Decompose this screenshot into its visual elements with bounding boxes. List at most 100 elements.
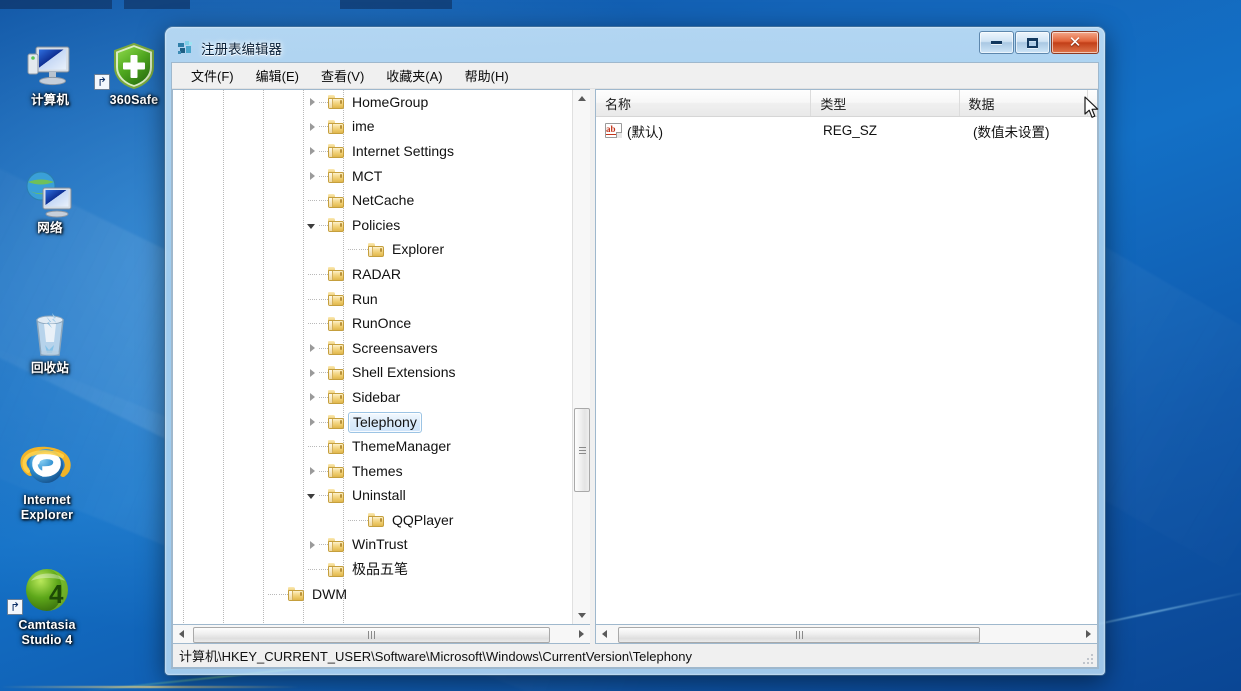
folder-icon bbox=[328, 488, 344, 503]
values-hscroll-thumb[interactable] bbox=[618, 627, 980, 643]
svg-text:4: 4 bbox=[49, 579, 64, 609]
collapse-arrow-icon[interactable] bbox=[303, 213, 319, 238]
tree-item-shell-extensions[interactable]: Shell Extensions bbox=[173, 361, 572, 386]
registry-editor-window: 注册表编辑器 ✕ 文件(F) 编辑(E) 查看(V) 收藏夹(A) 帮助(H) … bbox=[165, 27, 1105, 675]
screen-edge-mark bbox=[0, 0, 112, 9]
column-header-type[interactable]: 类型 bbox=[811, 90, 960, 116]
minimize-button[interactable] bbox=[979, 31, 1014, 54]
desktop-icon-recycle-bin[interactable]: 回收站 bbox=[8, 308, 92, 376]
tree-item-ime[interactable]: ime bbox=[173, 115, 572, 140]
expand-arrow-icon[interactable] bbox=[303, 533, 319, 558]
tree-item-label: NetCache bbox=[352, 192, 415, 209]
tree-horizontal-scrollbar[interactable] bbox=[172, 625, 590, 644]
window-titlebar[interactable]: 注册表编辑器 ✕ bbox=[171, 31, 1099, 63]
tree-item-label: Sidebar bbox=[352, 388, 401, 405]
registry-tree[interactable]: HomeGroup ime Internet Settings MCT NetCache… bbox=[173, 90, 572, 624]
tree-item-label: RADAR bbox=[352, 265, 402, 282]
folder-icon bbox=[328, 464, 344, 479]
value-data-cell: (数值未设置) bbox=[973, 124, 1050, 140]
tree-item-sidebar[interactable]: Sidebar bbox=[173, 385, 572, 410]
tree-item-wintrust[interactable]: WinTrust bbox=[173, 533, 572, 558]
desktop-icon-360safe[interactable]: 360Safe bbox=[92, 40, 176, 108]
menu-edit[interactable]: 编辑(E) bbox=[245, 63, 310, 88]
tree-item-label: 极品五笔 bbox=[352, 561, 408, 578]
tree-elbow bbox=[303, 262, 319, 287]
tree-item-mct[interactable]: MCT bbox=[173, 164, 572, 189]
computer-icon bbox=[8, 40, 92, 90]
tree-item-telephony[interactable]: Telephony bbox=[173, 410, 572, 435]
folder-icon bbox=[328, 537, 344, 552]
expand-arrow-icon[interactable] bbox=[303, 410, 319, 435]
tree-vertical-scrollbar[interactable] bbox=[572, 90, 590, 624]
expand-arrow-icon[interactable] bbox=[303, 459, 319, 484]
values-horizontal-scrollbar[interactable] bbox=[595, 625, 1098, 644]
desktop-icon-camtasia[interactable]: 4 Camtasia Studio 4 bbox=[5, 565, 89, 647]
tree-item-screensavers[interactable]: Screensavers bbox=[173, 336, 572, 361]
column-header-name[interactable]: 名称 bbox=[596, 90, 812, 116]
tree-item-qqplayer[interactable]: QQPlayer bbox=[173, 508, 572, 533]
column-header-data[interactable]: 数据 bbox=[960, 90, 1088, 116]
tree-item-themes[interactable]: Themes bbox=[173, 459, 572, 484]
tree-item-homegroup[interactable]: HomeGroup bbox=[173, 90, 572, 115]
grip-icon bbox=[578, 446, 586, 454]
tree-item-runonce[interactable]: RunOnce bbox=[173, 311, 572, 336]
tree-item-label: RunOnce bbox=[352, 315, 412, 332]
tree-item-netcache[interactable]: NetCache bbox=[173, 188, 572, 213]
tree-item-label: ime bbox=[352, 118, 375, 135]
folder-icon bbox=[328, 341, 344, 356]
expand-arrow-icon[interactable] bbox=[303, 336, 319, 361]
tree-connector bbox=[319, 569, 328, 571]
tree-item-label: Telephony bbox=[348, 411, 422, 433]
tree-hscroll-thumb[interactable] bbox=[193, 627, 550, 643]
scroll-right-button[interactable] bbox=[1080, 626, 1097, 643]
values-list[interactable]: ab (默认) REG_SZ (数值未设置) bbox=[596, 117, 1097, 624]
maximize-icon bbox=[1027, 37, 1038, 48]
folder-icon bbox=[328, 439, 344, 454]
scroll-up-button[interactable] bbox=[573, 90, 590, 107]
scroll-left-button[interactable] bbox=[596, 626, 613, 643]
tree-item-极品五笔[interactable]: 极品五笔 bbox=[173, 557, 572, 582]
desktop-icon-label: Camtasia Studio 4 bbox=[18, 618, 76, 647]
resize-grip-icon[interactable] bbox=[1083, 654, 1095, 666]
tree-item-radar[interactable]: RADAR bbox=[173, 262, 572, 287]
tree-item-run[interactable]: Run bbox=[173, 287, 572, 312]
tree-scrollbar-thumb[interactable] bbox=[574, 408, 590, 492]
expand-arrow-icon[interactable] bbox=[303, 385, 319, 410]
folder-icon bbox=[328, 144, 344, 159]
maximize-button[interactable] bbox=[1015, 31, 1050, 54]
scroll-down-button[interactable] bbox=[573, 607, 590, 624]
tree-item-uninstall[interactable]: Uninstall bbox=[173, 484, 572, 509]
camtasia-icon: 4 bbox=[5, 565, 89, 615]
menu-file[interactable]: 文件(F) bbox=[180, 63, 245, 88]
menu-view[interactable]: 查看(V) bbox=[310, 63, 375, 88]
desktop-icon-label: 计算机 bbox=[30, 93, 70, 107]
expand-arrow-icon[interactable] bbox=[303, 115, 319, 140]
menu-favorites[interactable]: 收藏夹(A) bbox=[375, 63, 453, 88]
string-value-icon: ab bbox=[605, 123, 622, 138]
desktop-icon-internet-explorer[interactable]: Internet Explorer bbox=[5, 440, 89, 522]
shield-icon bbox=[92, 40, 176, 90]
tree-item-policies[interactable]: Policies bbox=[173, 213, 572, 238]
tree-item-label: QQPlayer bbox=[392, 511, 454, 528]
desktop-icon-network[interactable]: 网络 bbox=[8, 168, 92, 236]
collapse-arrow-icon[interactable] bbox=[303, 484, 319, 509]
tree-connector bbox=[319, 175, 328, 177]
expand-arrow-icon[interactable] bbox=[303, 139, 319, 164]
desktop-icon-computer[interactable]: 计算机 bbox=[8, 40, 92, 108]
window-title: 注册表编辑器 bbox=[201, 41, 282, 57]
table-row[interactable]: ab (默认) REG_SZ (数值未设置) bbox=[596, 117, 1097, 144]
tree-item-explorer[interactable]: Explorer bbox=[173, 238, 572, 263]
screen-edge-mark bbox=[124, 0, 190, 9]
close-button[interactable]: ✕ bbox=[1051, 31, 1099, 54]
expand-arrow-icon[interactable] bbox=[303, 90, 319, 115]
scroll-left-button[interactable] bbox=[173, 626, 190, 643]
tree-item-thememanager[interactable]: ThemeManager bbox=[173, 434, 572, 459]
scroll-right-button[interactable] bbox=[573, 626, 590, 643]
menu-help[interactable]: 帮助(H) bbox=[454, 63, 520, 88]
tree-item-internet-settings[interactable]: Internet Settings bbox=[173, 139, 572, 164]
expand-arrow-icon[interactable] bbox=[303, 164, 319, 189]
registry-path-text: 计算机\HKEY_CURRENT_USER\Software\Microsoft… bbox=[179, 649, 692, 664]
tree-item-dwm[interactable]: DWM bbox=[173, 582, 572, 607]
expand-arrow-icon[interactable] bbox=[303, 361, 319, 386]
status-bar: 计算机\HKEY_CURRENT_USER\Software\Microsoft… bbox=[172, 644, 1098, 668]
